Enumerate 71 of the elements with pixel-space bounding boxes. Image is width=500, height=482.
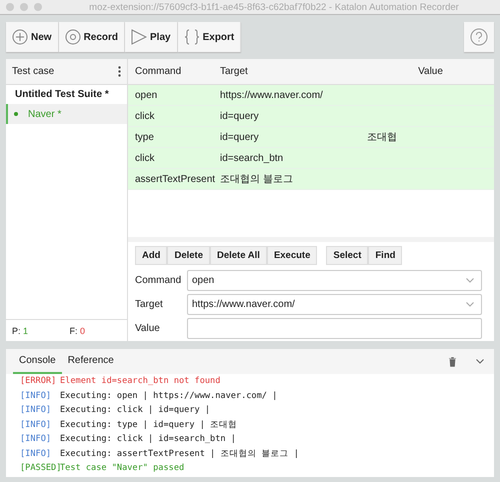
log-message: Executing: click | id=query | [60,405,210,416]
trash-icon[interactable] [449,356,458,366]
test-suite-item[interactable]: Untitled Test Suite * [6,85,127,104]
kebab-menu-icon[interactable] [118,66,121,77]
braces-icon [184,29,200,45]
edit-button[interactable]: Find [368,246,402,265]
log-message: Executing: assertTextPresent | 조대협의 블로그 | [60,448,299,460]
field-label: Target [135,299,164,310]
log-message: Executing: type | id=query | 조대협 [60,418,238,431]
command-row[interactable]: type id=query 조대협 [128,127,494,148]
log-message: Executing: click | id=search_btn | [60,434,236,444]
table-cell-text: click [134,110,156,122]
table-cell-text: id=search_btn [219,152,284,164]
value-input[interactable] [187,318,482,339]
table-cell-text: https://www.naver.com/ [219,90,324,100]
log-tag: [INFO] [20,420,60,430]
edit-button[interactable]: Delete [167,246,210,265]
log-tag: [INFO] [20,434,60,444]
toolbar-button[interactable]: Record [58,22,126,52]
command-row[interactable]: assertTextPresent 조대협의 블로그 [128,169,494,190]
help-icon [470,28,488,46]
console-tab[interactable]: Console [13,349,62,374]
log-tag: [ERROR] [20,376,60,386]
toolbar-button[interactable]: Play [125,22,178,52]
table-cell-text: click [134,152,156,164]
log-message: Executing: open | https://www.naver.com/ | [60,390,278,401]
log-tag: [PASSED] [20,463,60,474]
field-label: Command [135,275,182,286]
log-tag: [INFO] [20,390,60,401]
failed-count: F: 0 [70,326,86,336]
column-header: Target [219,66,249,77]
command-row[interactable]: open https://www.naver.com/ [128,85,494,106]
command-row[interactable]: click id=search_btn [128,148,494,169]
help-button[interactable] [464,22,494,52]
table-cell-text: 조대협 [366,131,398,144]
chevron-down-icon [466,278,474,283]
field-label: Value [135,323,161,334]
command-row[interactable]: click id=query [128,106,494,127]
table-cell-text: id=query [219,110,260,122]
log-tag: [INFO] [20,405,60,416]
play-icon [131,29,148,45]
console-tab[interactable]: Reference [62,349,120,374]
window-close-button[interactable] [6,3,14,11]
column-header: Value [417,66,444,77]
edit-button[interactable]: Delete All [210,246,267,265]
record-icon [64,29,81,45]
table-cell-text: 조대협의 블로그 [219,173,294,186]
toolbar-button[interactable]: Export [178,22,242,52]
command-select[interactable]: open [187,270,482,291]
table-cell-text: id=query [219,132,260,142]
log-message: Test case "Naver" passed [60,463,184,474]
plus-circle-icon [12,29,28,45]
table-cell-text: type [134,132,155,142]
chevron-down-icon [466,302,474,307]
test-case-name: Naver * [28,108,62,120]
edit-button[interactable]: Select [326,246,368,265]
target-select[interactable]: https://www.naver.com/ [187,294,482,315]
edit-button[interactable]: Add [135,246,168,265]
toolbar-button[interactable]: New [6,22,59,52]
column-header: Command [134,66,182,77]
table-cell-text: open [134,90,158,100]
passed-count: P: 1 [12,326,30,336]
window-minimize-button[interactable] [20,3,28,11]
header-label: Test case [12,66,54,77]
edit-button[interactable]: Execute [266,246,318,265]
log-message: Element id=search_btn not found [60,376,220,386]
window-zoom-button[interactable] [34,3,42,11]
chevron-down-icon[interactable] [476,359,484,364]
table-cell-text: assertTextPresent [134,174,213,184]
log-tag: [INFO] [20,448,60,459]
window-title: moz-extension://57609cf3-b1f1-ae45-8f63-c62baf7f0b22 - Katalon Automation Recorder [88,2,460,12]
